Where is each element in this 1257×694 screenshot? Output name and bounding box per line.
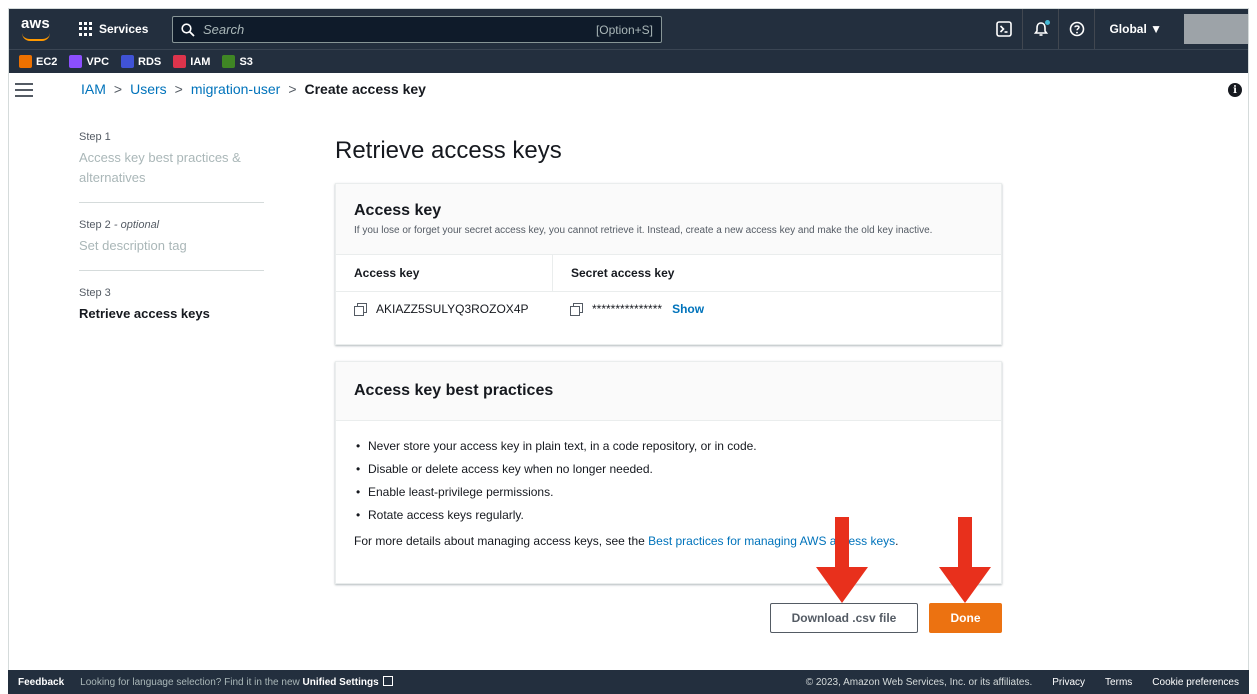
iam-icon <box>173 55 187 68</box>
notifications-button[interactable] <box>1022 9 1058 49</box>
footer-right: © 2023, Amazon Web Services, Inc. or its… <box>806 677 1239 688</box>
page-title: Retrieve access keys <box>335 137 562 164</box>
best-practices-panel: Access key best practices Never store yo… <box>335 361 1002 584</box>
secret-key-value: *************** <box>592 302 663 316</box>
step-number: Step 2 - optional <box>79 219 160 231</box>
account-menu[interactable] <box>1184 14 1248 44</box>
unified-settings-link[interactable]: Unified Settings <box>303 677 379 688</box>
download-csv-button[interactable]: Download .csv file <box>770 603 918 633</box>
list-item: Never store your access key in plain tex… <box>354 439 983 453</box>
step-optional-label: - optional <box>113 219 160 231</box>
grid-icon <box>79 22 93 36</box>
breadcrumb-users[interactable]: Users <box>130 81 167 97</box>
search-placeholder: Search <box>203 22 245 37</box>
best-practices-header: Access key best practices <box>336 362 1001 421</box>
chevron-right-icon: > <box>113 81 123 97</box>
copy-icon[interactable] <box>354 303 367 316</box>
vpc-icon <box>69 55 83 68</box>
step-title: Set description tag <box>79 238 187 253</box>
column-header-secret-key: Secret access key <box>552 255 1001 292</box>
favorite-iam[interactable]: IAM <box>173 55 210 68</box>
step-1: Step 1 Access key best practices & alter… <box>79 131 264 203</box>
wizard-steps: Step 1 Access key best practices & alter… <box>79 131 264 354</box>
list-item: Disable or delete access key when no lon… <box>354 462 983 476</box>
favorite-label: S3 <box>239 55 253 68</box>
privacy-link[interactable]: Privacy <box>1052 677 1085 688</box>
services-button[interactable]: Services <box>79 17 148 41</box>
breadcrumb: IAM > Users > migration-user > Create ac… <box>81 81 426 97</box>
best-practices-body: Never store your access key in plain tex… <box>336 421 1001 548</box>
aws-logo-text: aws <box>21 15 50 32</box>
breadcrumb-user[interactable]: migration-user <box>191 81 280 97</box>
step-number: Step 3 <box>79 287 111 299</box>
access-key-title: Access key <box>354 202 442 219</box>
menu-icon[interactable] <box>15 83 33 97</box>
more-details-text: For more details about managing access k… <box>354 534 899 548</box>
nav-right-group: Global ▼ <box>986 9 1248 49</box>
secret-key-cell: *************** Show <box>552 292 1001 326</box>
help-icon <box>1069 21 1085 37</box>
favorite-rds[interactable]: RDS <box>121 55 161 68</box>
rds-icon <box>121 55 135 68</box>
show-secret-link[interactable]: Show <box>672 302 704 316</box>
s3-icon <box>222 55 236 68</box>
search-input[interactable]: Search [Option+S] <box>172 16 662 43</box>
access-key-description: If you lose or forget your secret access… <box>354 225 933 236</box>
step-number: Step 1 <box>79 131 111 143</box>
help-button[interactable] <box>1058 9 1094 49</box>
notification-dot <box>1045 20 1051 25</box>
keys-table: Access key Secret access key AKIAZZ5SULY… <box>336 255 1001 326</box>
done-button[interactable]: Done <box>929 603 1002 633</box>
cloudshell-button[interactable] <box>986 9 1022 49</box>
ec2-icon <box>19 55 32 68</box>
external-link-icon <box>382 676 393 686</box>
favorite-s3[interactable]: S3 <box>222 55 253 68</box>
list-item: Enable least-privilege permissions. <box>354 485 983 499</box>
feedback-link[interactable]: Feedback <box>18 677 64 688</box>
annotation-arrow-download <box>816 517 868 603</box>
column-header-access-key: Access key <box>336 255 552 292</box>
favorite-vpc[interactable]: VPC <box>69 55 109 68</box>
favorites-bar: EC2 VPC RDS IAM S3 <box>9 49 1248 73</box>
step-title-active: Retrieve access keys <box>79 306 210 321</box>
console-footer: Feedback Looking for language selection?… <box>8 670 1249 694</box>
cookie-preferences-link[interactable]: Cookie preferences <box>1152 677 1239 688</box>
annotation-arrow-done <box>939 517 991 603</box>
services-label: Services <box>99 22 149 36</box>
cloudshell-icon <box>996 21 1013 37</box>
step-2: Step 2 - optional Set description tag <box>79 219 264 271</box>
terms-link[interactable]: Terms <box>1105 677 1132 688</box>
step-title: Access key best practices & alternatives <box>79 150 241 185</box>
aws-logo[interactable]: aws <box>21 15 55 43</box>
breadcrumb-iam[interactable]: IAM <box>81 81 106 97</box>
copyright-text: © 2023, Amazon Web Services, Inc. or its… <box>805 676 1033 688</box>
info-icon[interactable]: i <box>1228 83 1242 97</box>
access-key-value: AKIAZZ5SULYQ3ROZOX4P <box>376 302 529 316</box>
favorite-label: IAM <box>190 55 211 68</box>
breadcrumb-current: Create access key <box>304 81 426 97</box>
language-notice: Looking for language selection? Find it … <box>80 676 393 688</box>
access-key-header: Access key If you lose or forget your se… <box>336 184 1001 255</box>
access-key-panel: Access key If you lose or forget your se… <box>335 183 1002 345</box>
step-3: Step 3 Retrieve access keys <box>79 287 264 338</box>
aws-smile-icon <box>22 33 50 41</box>
best-practices-title: Access key best practices <box>354 382 554 399</box>
browser-frame: aws Services Search [Option+S] Global ▼ … <box>8 8 1249 686</box>
favorite-label: EC2 <box>36 55 58 68</box>
chevron-right-icon: > <box>288 81 297 97</box>
chevron-right-icon: > <box>174 81 183 97</box>
list-item: Rotate access keys regularly. <box>354 508 983 522</box>
best-practices-list: Never store your access key in plain tex… <box>354 439 983 522</box>
favorite-label: VPC <box>86 55 110 68</box>
top-navigation: aws Services Search [Option+S] Global ▼ <box>9 9 1248 49</box>
region-selector[interactable]: Global ▼ <box>1094 9 1176 49</box>
copy-icon[interactable] <box>570 303 583 316</box>
search-shortcut-hint: [Option+S] <box>595 22 653 37</box>
access-key-cell: AKIAZZ5SULYQ3ROZOX4P <box>336 292 552 326</box>
search-icon <box>181 22 195 37</box>
favorite-label: RDS <box>138 55 162 68</box>
favorite-ec2[interactable]: EC2 <box>19 55 57 68</box>
